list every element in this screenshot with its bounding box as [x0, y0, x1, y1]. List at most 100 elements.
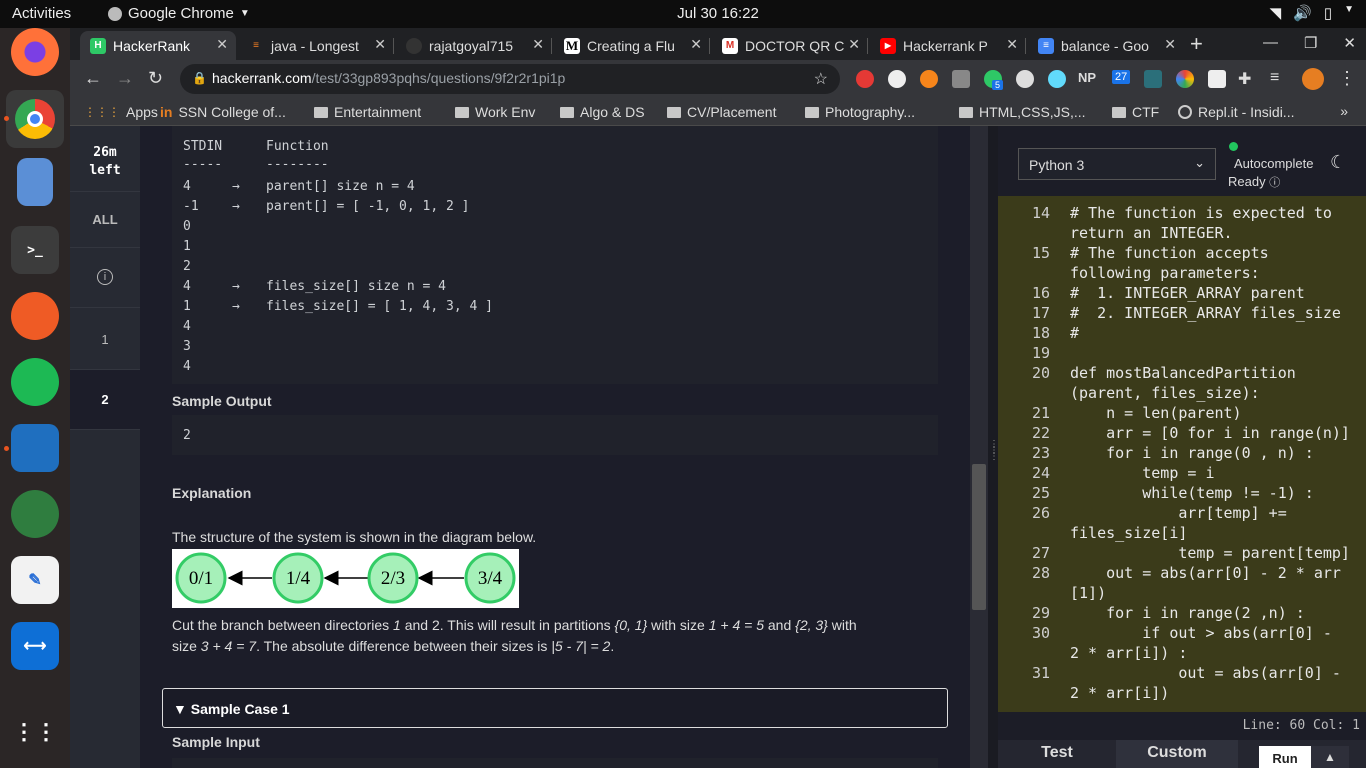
stdin-value: 4 — [183, 179, 191, 194]
text: 1 + 4 = 5 — [708, 617, 764, 633]
chrome-menu-icon[interactable]: ⋮ — [1338, 68, 1356, 89]
reload-icon[interactable]: ↻ — [148, 68, 163, 89]
tab-medium[interactable]: M Creating a Flu ✕ — [554, 31, 710, 60]
sample-output-heading: Sample Output — [172, 393, 272, 409]
bookmark-cv-placement[interactable]: CV/Placement — [667, 104, 776, 120]
problem-scrollbar[interactable] — [970, 126, 988, 768]
bookmark-replit[interactable]: Repl.it - Insidi... — [1178, 104, 1294, 120]
code-line: # 1. INTEGER_ARRAY parent — [1070, 284, 1305, 302]
code-line: # The function accepts — [1070, 244, 1269, 262]
pane-splitter[interactable]: ⋮⋮⋮⋮⋮⋮ — [988, 126, 1009, 768]
tab-gmail[interactable]: M DOCTOR QR C ✕ — [712, 31, 868, 60]
stdin-value: 3 — [183, 339, 191, 354]
nav-info[interactable]: i — [70, 248, 140, 308]
language-select[interactable]: Python 3 ⌄ — [1018, 148, 1216, 180]
files-icon[interactable] — [17, 158, 53, 206]
firefox-icon[interactable] — [11, 28, 59, 76]
code-line: [1]) — [1070, 584, 1107, 602]
line-number: 28 — [1031, 564, 1050, 582]
adblock-extension-icon[interactable] — [856, 70, 874, 88]
address-bar[interactable]: 🔒 hackerrank.com/test/33gp893pqhs/questi… — [180, 64, 840, 94]
text: 1 — [393, 617, 401, 633]
code-editor[interactable]: 14 # The function is expected to return an… — [998, 196, 1366, 712]
close-icon[interactable]: ✕ — [848, 36, 860, 53]
google-docs-favicon: ≡ — [1038, 37, 1054, 54]
folder-icon — [805, 106, 819, 118]
tab-youtube[interactable]: ▶ Hackerrank P ✕ — [870, 31, 1026, 60]
run-options-up-icon[interactable]: ▲ — [1311, 746, 1349, 768]
nav-all[interactable]: ALL — [70, 192, 140, 248]
close-window-icon[interactable]: ✕ — [1343, 34, 1356, 52]
incognito-extension-icon[interactable] — [1016, 70, 1034, 88]
sample-case-1-toggle[interactable]: ▼ Sample Case 1 — [162, 688, 948, 728]
bookmark-ctf[interactable]: CTF — [1112, 104, 1159, 120]
forward-arrow-icon[interactable]: → — [116, 68, 134, 89]
bookmark-ssn[interactable]: in SSN College of... — [160, 104, 286, 120]
close-icon[interactable]: ✕ — [374, 36, 386, 53]
stackoverflow-favicon: ≡ — [253, 40, 259, 51]
tab-label: Hackerrank P — [903, 37, 988, 54]
text: {0, 1} — [614, 617, 648, 633]
chrome-icon[interactable] — [6, 90, 64, 148]
maximize-icon[interactable]: ❐ — [1304, 34, 1317, 52]
function-note: files_size[] = [ 1, 4, 3, 4 ] — [266, 299, 493, 314]
gmail-checker-icon[interactable] — [1208, 70, 1226, 88]
tab-hackerrank[interactable]: H HackerRank ✕ — [80, 31, 236, 60]
colorzilla-extension-icon[interactable] — [1176, 70, 1194, 88]
system-tray[interactable]: ◥ 🔊 ▯ ▼ — [1270, 4, 1354, 22]
nav-question-1[interactable]: 1 — [70, 308, 140, 370]
autocomplete-status: Ready ⓘ — [1228, 174, 1280, 190]
bookmark-work-env[interactable]: Work Env — [455, 104, 535, 120]
teamviewer-icon[interactable]: ⟷ — [11, 622, 59, 670]
tab-github[interactable]: rajatgoyal715 ✕ — [396, 31, 552, 60]
scrollbar-thumb[interactable] — [972, 464, 986, 610]
extension-icon[interactable] — [888, 70, 906, 88]
bookmark-photography[interactable]: Photography... — [805, 104, 915, 120]
terminal-icon[interactable]: >_ — [11, 226, 59, 274]
bookmark-entertainment[interactable]: Entertainment — [314, 104, 421, 120]
minimize-icon[interactable]: — — [1263, 34, 1278, 52]
tab-label: java - Longest — [271, 37, 359, 54]
text-editor-icon[interactable]: ✎ — [11, 556, 59, 604]
autocomplete-toggle[interactable]: Autocomplete — [1234, 156, 1314, 171]
theme-toggle-moon-icon[interactable]: ☾ — [1330, 152, 1346, 173]
back-arrow-icon[interactable]: ← — [84, 68, 102, 89]
bookmark-star-icon[interactable]: ☆ — [814, 69, 828, 89]
robo3t-icon[interactable] — [11, 490, 59, 538]
tab-java[interactable]: ≡ java - Longest ✕ — [238, 31, 394, 60]
close-icon[interactable]: ✕ — [1006, 36, 1018, 53]
folder-icon — [560, 106, 574, 118]
react-devtools-icon[interactable] — [1048, 70, 1066, 88]
extension-icon[interactable] — [952, 70, 970, 88]
ssn-icon: in — [160, 104, 173, 120]
run-button[interactable]: Run — [1259, 746, 1311, 768]
code-line: for i in range(2 ,n) : — [1070, 604, 1305, 622]
close-icon[interactable]: ✕ — [1164, 36, 1176, 53]
new-tab-button[interactable]: + — [1190, 31, 1203, 57]
line-number: 27 — [1031, 544, 1050, 562]
media-control-icon[interactable]: ≡ — [1270, 69, 1279, 87]
tab-custom[interactable]: Custom — [1116, 740, 1238, 768]
profile-avatar[interactable] — [1302, 68, 1324, 90]
more-bookmarks-icon[interactable]: » — [1340, 103, 1348, 119]
vscode-icon[interactable] — [11, 424, 59, 472]
clock[interactable]: Jul 30 16:22 — [0, 5, 1366, 22]
bookmark-algo-ds[interactable]: Algo & DS — [560, 104, 645, 120]
close-icon[interactable]: ✕ — [216, 36, 228, 53]
close-icon[interactable]: ✕ — [532, 36, 544, 53]
tab-test[interactable]: Test — [998, 740, 1116, 768]
tab-google-docs[interactable]: ≡ balance - Goo ✕ — [1028, 31, 1184, 60]
close-icon[interactable]: ✕ — [690, 36, 702, 53]
np-extension-icon[interactable]: NP — [1078, 70, 1096, 85]
extensions-puzzle-icon[interactable]: ✚ — [1238, 69, 1251, 89]
bookmark-apps[interactable]: ⋮⋮⋮ Apps — [84, 104, 158, 120]
bookmark-html-css-js[interactable]: HTML,CSS,JS,... — [959, 104, 1086, 120]
nav-question-2[interactable]: 2 — [70, 370, 140, 430]
spotify-icon[interactable] — [11, 358, 59, 406]
postman-icon[interactable] — [11, 292, 59, 340]
extension-icon[interactable] — [1144, 70, 1162, 88]
metamask-extension-icon[interactable] — [920, 70, 938, 88]
editor-pane: Python 3 ⌄ Autocomplete Ready ⓘ ☾ 14 # Th… — [998, 126, 1366, 768]
calendar-extension-icon[interactable]: 27 — [1112, 70, 1131, 84]
show-apps-icon[interactable]: ⋮⋮ — [11, 708, 59, 756]
